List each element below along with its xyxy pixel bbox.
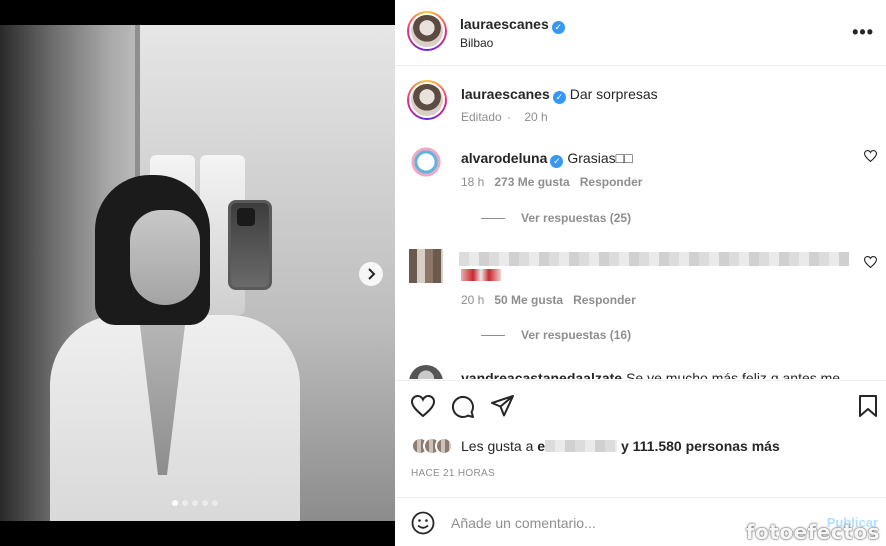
comments-list[interactable]: lauraescanes ✓ Dar sorpresas Editado · 20 … xyxy=(395,67,886,379)
comment-item: 20 h 50 Me gusta Responder Ver respuestas … xyxy=(409,249,879,342)
caption: lauraescanes ✓ Dar sorpresas Editado · 20 … xyxy=(407,80,879,130)
comment-username[interactable]: alvarodeluna xyxy=(461,150,547,166)
likes-summary[interactable]: Les gusta a e y 111.580 personas más xyxy=(411,437,780,455)
commenter-avatar-pixelated[interactable] xyxy=(409,249,443,283)
caption-username[interactable]: lauraescanes xyxy=(461,86,550,102)
comment-likes[interactable]: 273 Me gusta xyxy=(494,175,569,189)
caption-body: Dar sorpresas xyxy=(569,86,658,102)
edited-label: Editado xyxy=(461,110,502,124)
comment-bubble-icon[interactable] xyxy=(451,395,475,419)
comment-item: yandreacastanedaalzate Se ve mucho más fe… xyxy=(409,365,879,379)
share-send-icon[interactable] xyxy=(491,395,515,417)
comment-item: alvarodeluna ✓ Grasias□□ 18 h 273 Me gusta R… xyxy=(409,145,879,225)
verified-badge-icon: ✓ xyxy=(551,21,565,34)
caption-avatar[interactable] xyxy=(407,80,447,120)
commenter-avatar[interactable] xyxy=(409,365,443,379)
like-heart-icon[interactable] xyxy=(411,395,435,417)
commenter-avatar[interactable] xyxy=(409,145,443,179)
comment-text-pixelated xyxy=(459,249,849,267)
comment-meta: 18 h 273 Me gusta Responder xyxy=(461,175,652,189)
carousel-dot xyxy=(182,500,188,506)
post-header: lauraescanes ✓ Bilbao ••• xyxy=(395,0,886,66)
carousel-dot xyxy=(202,500,208,506)
chevron-right-icon xyxy=(368,268,376,280)
post-location[interactable]: Bilbao xyxy=(460,36,493,50)
liker-avatar xyxy=(435,437,453,455)
author-username-row: lauraescanes ✓ xyxy=(460,16,565,34)
comment-text: alvarodeluna ✓ Grasias□□ xyxy=(461,149,633,168)
post-actions: Les gusta a e y 111.580 personas más HAC… xyxy=(395,380,886,496)
comment-like-heart-icon[interactable] xyxy=(864,256,877,268)
comment-input[interactable]: Añade un comentario... xyxy=(451,515,596,531)
likes-text: Les gusta a e y 111.580 personas más xyxy=(461,438,780,454)
comment-body: Grasias□□ xyxy=(567,150,633,166)
reply-button[interactable]: Responder xyxy=(573,293,636,307)
author-username[interactable]: lauraescanes xyxy=(460,16,549,32)
post-timestamp[interactable]: HACE 21 HORAS xyxy=(411,468,495,479)
watermark-text: fotoefectos xyxy=(745,520,880,544)
photo-face xyxy=(130,210,200,305)
pixelated-emoji xyxy=(461,268,501,286)
comment-text: yandreacastanedaalzate Se ve mucho más fe… xyxy=(461,369,840,379)
caption-meta: Editado · 20 h xyxy=(461,110,548,124)
post-sidebar: lauraescanes ✓ Bilbao ••• lauraescanes ✓ Da… xyxy=(395,0,886,546)
verified-badge-icon: ✓ xyxy=(552,91,566,104)
caption-time[interactable]: 20 h xyxy=(524,110,547,124)
carousel-next-button[interactable] xyxy=(359,262,383,286)
author-avatar[interactable] xyxy=(407,11,447,51)
emoji-smiley-icon[interactable] xyxy=(411,511,435,535)
comment-time[interactable]: 20 h xyxy=(461,293,484,307)
comment-like-heart-icon[interactable] xyxy=(864,150,877,162)
caption-text: lauraescanes ✓ Dar sorpresas xyxy=(461,85,658,104)
carousel-indicator xyxy=(172,500,218,506)
pixelated-comment-text xyxy=(459,252,849,267)
liker-name-start[interactable]: e xyxy=(537,438,545,454)
carousel-dot xyxy=(192,500,198,506)
carousel-dot xyxy=(212,500,218,506)
reply-button[interactable]: Responder xyxy=(580,175,643,189)
post-photo[interactable] xyxy=(0,25,395,521)
more-options-icon[interactable]: ••• xyxy=(852,22,874,43)
comment-meta: 20 h 50 Me gusta Responder xyxy=(461,293,646,307)
carousel-dot xyxy=(172,500,178,506)
view-replies-button[interactable]: Ver respuestas (25) xyxy=(481,211,631,225)
comment-likes[interactable]: 50 Me gusta xyxy=(494,293,563,307)
photo-phone xyxy=(228,200,272,290)
post-media-pane xyxy=(0,0,395,546)
verified-badge-icon: ✓ xyxy=(550,155,564,168)
comment-body: Se ve mucho más feliz q antes me xyxy=(626,370,841,379)
comment-time[interactable]: 18 h xyxy=(461,175,484,189)
pixelated-liker-name xyxy=(545,440,618,452)
comment-username[interactable]: yandreacastanedaalzate xyxy=(461,370,622,379)
save-bookmark-icon[interactable] xyxy=(858,395,878,417)
view-replies-button[interactable]: Ver respuestas (16) xyxy=(481,328,631,342)
